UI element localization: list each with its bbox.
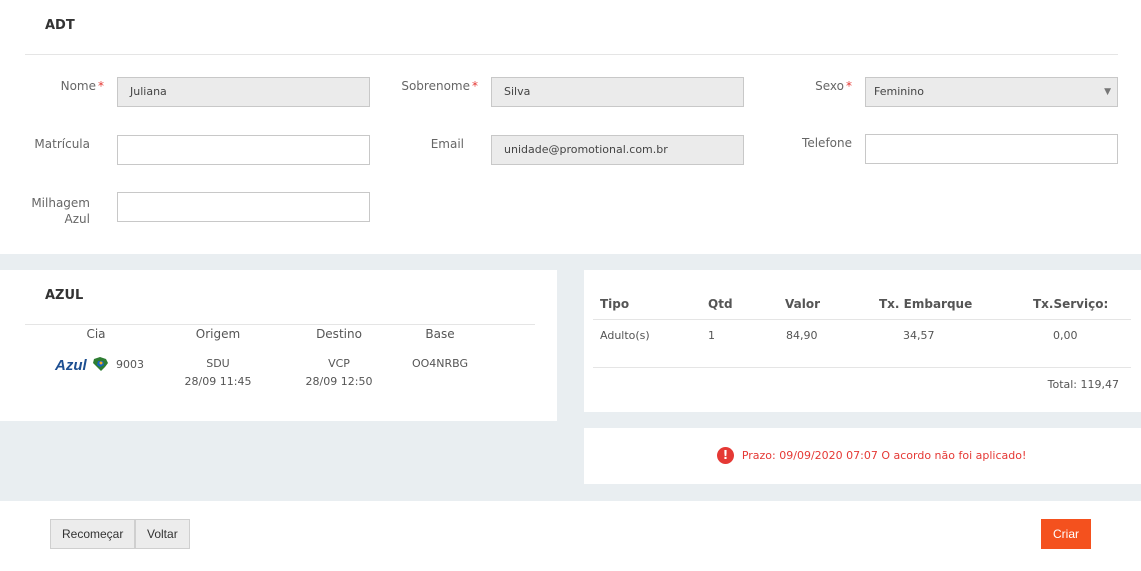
destination-time: 28/09 12:50 <box>305 375 373 388</box>
header-tx-embarque: Tx. Embarque <box>879 297 973 311</box>
alert-message: Prazo: 09/09/2020 07:07 O acordo não foi… <box>741 449 1027 462</box>
fare-total: Total: 119,47 <box>1047 378 1119 391</box>
passenger-type-title: ADT <box>45 18 75 33</box>
deadline-alert: ! Prazo: 09/09/2020 07:07 O acordo não f… <box>717 447 1026 464</box>
restart-button[interactable]: Recomeçar <box>50 519 136 549</box>
fare-tx-servico: 0,00 <box>1053 329 1078 342</box>
nome-field[interactable]: Juliana <box>117 77 370 107</box>
header-qtd: Qtd <box>708 297 733 311</box>
brazil-map-icon <box>92 357 108 371</box>
passenger-panel: ADT Nome * Juliana Sobrenome * Silva Sexo *… <box>0 0 1141 254</box>
header-cia: Cia <box>86 327 106 341</box>
airline-logo: Azul <box>55 356 109 374</box>
sobrenome-field[interactable]: Silva <box>491 77 744 107</box>
header-tipo: Tipo <box>600 297 630 311</box>
create-button[interactable]: Criar <box>1041 519 1091 549</box>
required-mark: * <box>846 79 852 93</box>
divider <box>25 324 535 325</box>
header-destino: Destino <box>316 327 362 341</box>
fare-tipo: Adulto(s) <box>600 329 650 342</box>
header-base: Base <box>425 327 455 341</box>
flight-panel: AZUL Cia Origem Destino Base Azul 9003 S… <box>0 270 557 421</box>
fare-valor: 84,90 <box>786 329 818 342</box>
fare-tx-embarque: 34,57 <box>903 329 935 342</box>
booking-base: OO4NRBG <box>411 357 469 370</box>
milhagem-label: Milhagem Azul <box>31 196 90 226</box>
divider <box>593 367 1131 368</box>
header-valor: Valor <box>785 297 821 311</box>
chevron-down-icon: ▼ <box>1104 87 1111 97</box>
alert-panel: ! Prazo: 09/09/2020 07:07 O acordo não f… <box>584 428 1141 484</box>
divider <box>593 319 1131 320</box>
origin-code: SDU <box>206 357 230 370</box>
fare-qtd: 1 <box>708 329 715 342</box>
sexo-selected-value: Feminino <box>874 85 924 98</box>
actions-bar: Recomeçar Voltar Criar <box>0 501 1141 571</box>
divider <box>25 54 1118 55</box>
error-icon: ! <box>717 447 734 464</box>
required-mark: * <box>472 79 478 93</box>
email-field[interactable]: unidade@promotional.com.br <box>491 135 744 165</box>
back-button[interactable]: Voltar <box>135 519 190 549</box>
sexo-label: Sexo * <box>815 79 852 93</box>
azul-logo-text: Azul <box>55 357 87 374</box>
required-mark: * <box>98 79 104 93</box>
fare-panel: Tipo Qtd Valor Tx. Embarque Tx.Serviço: … <box>584 270 1141 412</box>
milhagem-azul-field[interactable] <box>117 192 370 222</box>
destination-code: VCP <box>328 357 350 370</box>
sexo-select[interactable]: Feminino ▼ <box>865 77 1118 107</box>
flight-number: 9003 <box>116 358 144 371</box>
origin-time: 28/09 11:45 <box>184 375 252 388</box>
email-label: Email <box>430 137 464 151</box>
telefone-label: Telefone <box>802 136 852 150</box>
airline-title: AZUL <box>45 288 84 303</box>
header-tx-servico: Tx.Serviço: <box>1033 297 1109 311</box>
telefone-field[interactable] <box>865 134 1118 164</box>
matricula-field[interactable] <box>117 135 370 165</box>
header-origem: Origem <box>195 327 241 341</box>
sobrenome-label: Sobrenome * <box>401 79 478 93</box>
matricula-label: Matrícula <box>34 137 90 151</box>
nome-label: Nome * <box>60 79 104 93</box>
